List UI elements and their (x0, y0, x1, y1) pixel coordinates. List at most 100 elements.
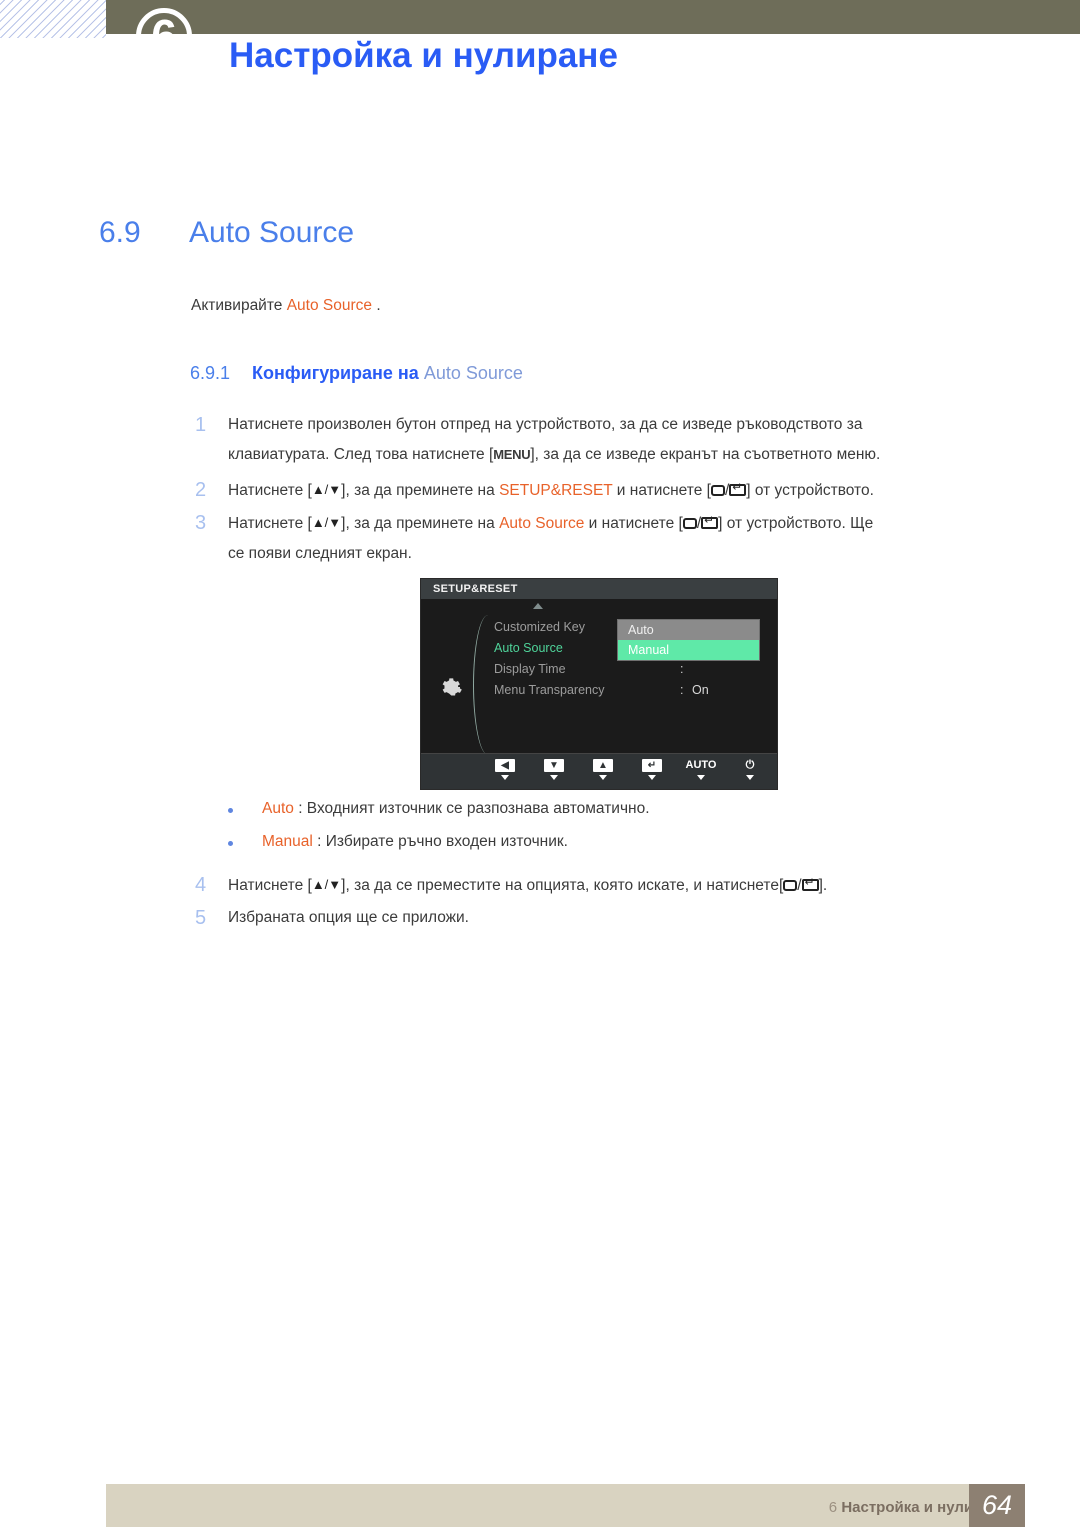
step-1-line-2: клавиатурата. След това натиснете [MENU]… (228, 440, 1018, 470)
dropdown-option-auto[interactable]: Auto (618, 620, 759, 640)
enter-key-icon (701, 514, 719, 529)
auto-button-label: AUTO (685, 759, 717, 771)
osd-row-colon: : (680, 683, 684, 697)
menu-key-label: MENU (493, 447, 531, 462)
step-3-post: ] от устройството. Ще (718, 515, 874, 532)
scroll-up-caret-icon (533, 603, 543, 609)
auto-source-dropdown[interactable]: Auto Manual (617, 619, 760, 661)
section-number: 6.9 (99, 216, 141, 249)
down-arrow-button[interactable]: ▼ (535, 757, 573, 780)
osd-buttons: ◀ ▼ ▲ ↵ AUTO ⏻ (486, 757, 769, 780)
step-2: 2 Натиснете [▲/▼], за да преминете на SE… (195, 475, 1018, 506)
left-arrow-button[interactable]: ◀ (486, 757, 524, 780)
source-rect-icon (710, 485, 725, 496)
gear-icon (442, 678, 462, 696)
enter-button[interactable]: ↵ (633, 757, 671, 780)
osd-row-label: Customized Key (494, 620, 586, 634)
enter-key-icon (801, 876, 819, 891)
step-3-term: Auto Source (499, 515, 585, 532)
down-arrow-icon: ▼ (544, 759, 564, 772)
intro-suffix: . (372, 297, 381, 314)
osd-row-value: On (692, 683, 709, 697)
step-3-pre: Натиснете [ (228, 515, 312, 532)
intro-prefix: Активирайте (191, 297, 287, 314)
step-4-pre: Натиснете [ (228, 877, 312, 894)
bullet-dot-icon (228, 808, 233, 813)
power-icon: ⏻ (745, 759, 755, 771)
step-3: 3 Натиснете [▲/▼], за да преминете на Au… (195, 508, 1018, 569)
up-down-arrow-icon: ▲/▼ (311, 482, 342, 497)
step-3-mid-1: ], за да преминете на (341, 515, 500, 532)
osd-row-label: Auto Source (494, 641, 563, 655)
section-intro: Активирайте Auto Source . (191, 297, 381, 315)
osd-title: SETUP&RESET (421, 579, 777, 599)
subsection-regular-text: Auto Source (423, 363, 523, 383)
step-2-pre: Натиснете [ (228, 482, 312, 499)
step-4: 4 Натиснете [▲/▼], за да се преместите н… (195, 870, 1018, 901)
button-tick-icon (697, 775, 705, 780)
enter-icon: ↵ (642, 759, 662, 772)
step-5-number: 5 (195, 907, 207, 929)
step-2-post: ] от устройството. (746, 482, 874, 499)
up-arrow-icon: ▲ (593, 759, 613, 772)
subsection-heading: 6.9.1 Конфигуриране на Auto Source (190, 363, 523, 384)
bullet-auto: Auto : Входният източник се разпознава а… (228, 800, 650, 818)
step-5: 5 Избраната опция ще се приложи. (195, 903, 1018, 933)
bullet-text: : Входният източник се разпознава автома… (293, 800, 650, 817)
auto-button[interactable]: AUTO (682, 757, 720, 780)
step-2-term: SETUP&RESET (499, 482, 613, 499)
step-2-number: 2 (195, 479, 207, 501)
footer-chapter-number: 6 (828, 1499, 838, 1516)
bullet-term: Manual (262, 833, 313, 850)
step-1-number: 1 (195, 414, 207, 436)
step-4-mid-1: ], за да се преместите на опцията, която… (341, 877, 784, 894)
step-5-line-1: Избраната опция ще се приложи. (228, 909, 469, 926)
step-4-post: ]. (818, 877, 828, 894)
step-1-line-2-pre: клавиатурата. След това натиснете [ (228, 446, 494, 463)
step-2-mid-2: и натиснете [ (612, 482, 711, 499)
osd-row[interactable]: Display Time : (494, 659, 774, 680)
bullet-dot-icon (228, 841, 233, 846)
page-title: Настройка и нулиране (229, 36, 618, 75)
bullet-term: Auto (262, 800, 294, 817)
osd-screenshot: SETUP&RESET Customized Key : Eco Saving … (420, 578, 778, 790)
left-arrow-icon: ◀ (495, 759, 515, 772)
button-tick-icon (550, 775, 558, 780)
header-band (106, 0, 1080, 34)
step-1-line-2-post: ], за да се изведе екранът на съответнот… (530, 446, 881, 463)
subsection-bold-text: Конфигуриране на (252, 363, 419, 383)
bullet-manual: Manual : Избирате ръчно входен източник. (228, 833, 568, 851)
osd-row-colon: : (680, 662, 684, 676)
step-3-mid-2: и натиснете [ (584, 515, 683, 532)
power-button[interactable]: ⏻ (731, 757, 769, 780)
subsection-number: 6.9.1 (190, 363, 231, 383)
step-1: 1 Натиснете произволен бутон отпред на у… (195, 410, 1018, 470)
osd-body: Customized Key : Eco Saving Auto Source … (421, 599, 777, 755)
step-3-line-2: се появи следният екран. (228, 545, 412, 562)
button-tick-icon (648, 775, 656, 780)
osd-row-label: Display Time (494, 662, 566, 676)
osd-row-label: Menu Transparency (494, 683, 605, 697)
intro-term: Auto Source (286, 297, 373, 314)
source-rect-icon (783, 880, 798, 891)
corner-hatch-decoration (0, 0, 106, 38)
step-2-mid-1: ], за да преминете на (341, 482, 500, 499)
step-4-number: 4 (195, 874, 207, 896)
manual-page: 6 Настройка и нулиране 6.9 Auto Source А… (0, 0, 1080, 1527)
step-3-number: 3 (195, 512, 207, 534)
osd-row[interactable]: Menu Transparency : On (494, 680, 774, 701)
button-tick-icon (501, 775, 509, 780)
section-title: Auto Source (189, 216, 355, 249)
section-heading: 6.9 Auto Source (99, 216, 354, 250)
page-number: 64 (969, 1484, 1025, 1527)
button-tick-icon (599, 775, 607, 780)
up-down-arrow-icon: ▲/▼ (311, 515, 342, 530)
dropdown-option-manual[interactable]: Manual (618, 640, 759, 660)
up-down-arrow-icon: ▲/▼ (311, 877, 342, 892)
button-tick-icon (746, 775, 754, 780)
bullet-text: : Избирате ръчно входен източник. (312, 833, 568, 850)
osd-button-bar: ◀ ▼ ▲ ↵ AUTO ⏻ (421, 753, 777, 789)
enter-key-icon (729, 481, 747, 496)
source-rect-icon (682, 518, 697, 529)
up-arrow-button[interactable]: ▲ (584, 757, 622, 780)
